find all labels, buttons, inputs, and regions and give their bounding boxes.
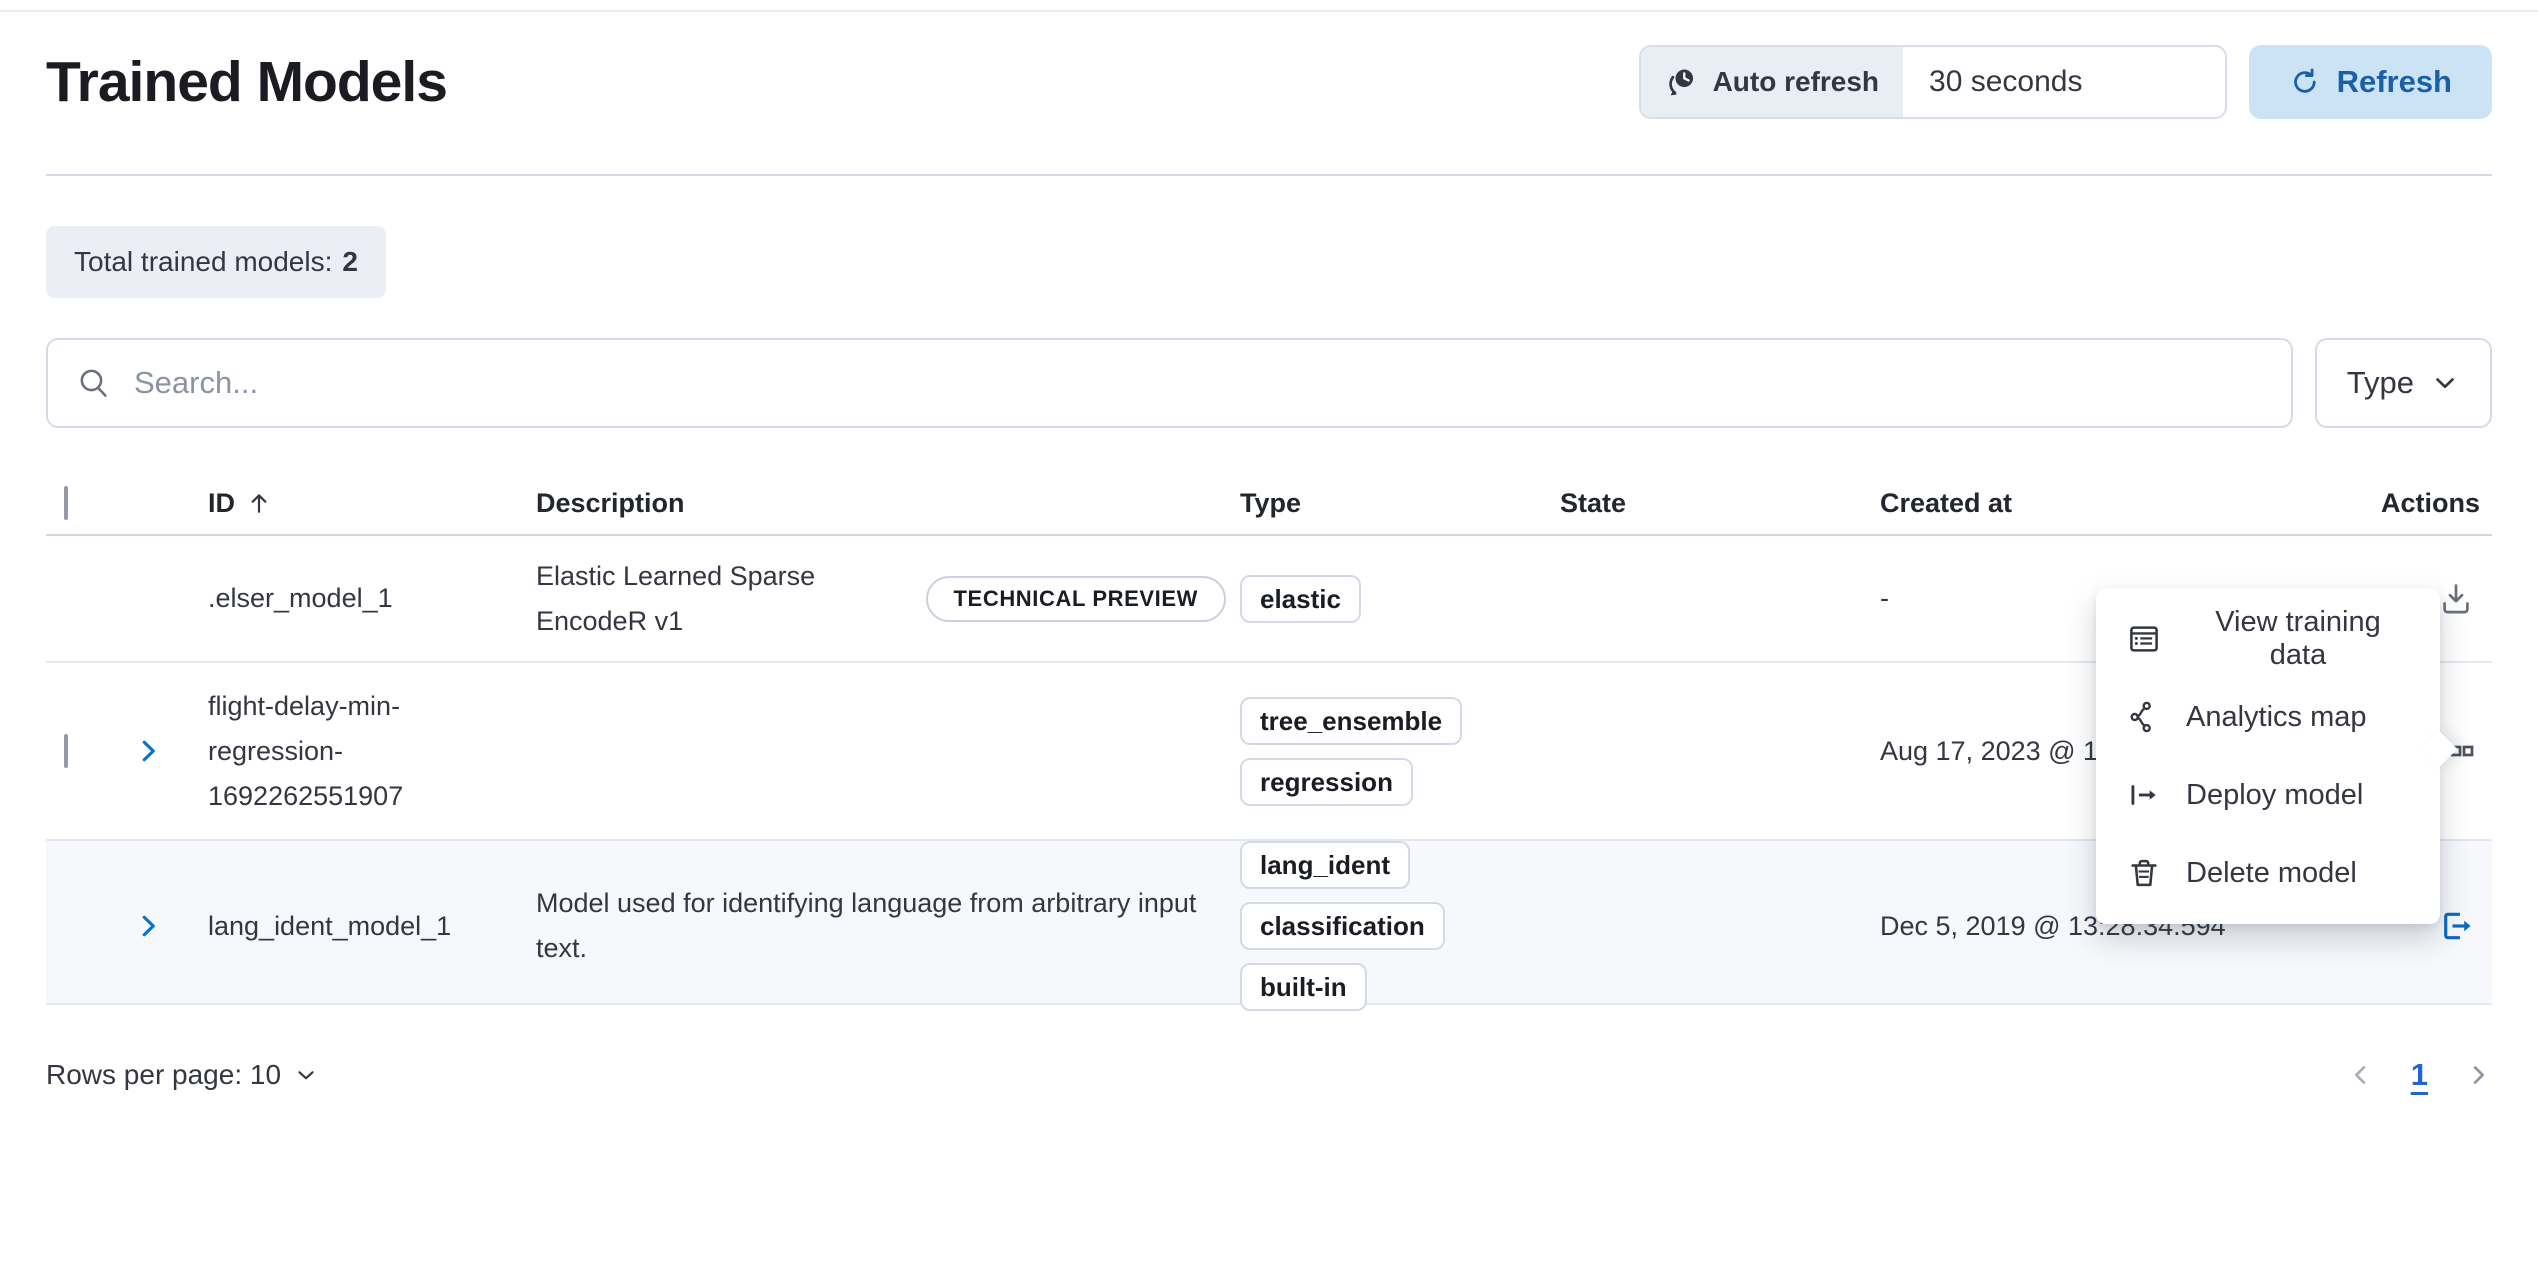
menu-item-label: Delete model [2186,857,2357,890]
deploy-icon [2126,777,2162,813]
type-badge: lang_ident [1240,841,1410,889]
chevron-right-icon [133,911,163,941]
view-training-data-icon [2126,621,2162,657]
auto-refresh-button[interactable]: Auto refresh [1641,47,1903,117]
row-checkbox[interactable] [64,734,68,768]
refresh-button[interactable]: Refresh [2249,45,2492,119]
chevron-down-icon [293,1062,319,1088]
top-divider [0,10,2538,12]
search-icon [76,365,112,401]
page-header: Trained Models Auto refresh [46,44,2492,120]
column-header-description[interactable]: Description [522,488,1226,519]
created-at: - [1880,583,1889,613]
time-refresh-icon [1665,65,1699,99]
total-models-count: 2 [342,246,358,278]
rows-per-page-button[interactable]: Rows per page: 10 [46,1059,319,1091]
sort-ascending-icon [245,489,273,517]
column-header-id-label: ID [208,488,235,519]
type-badge: elastic [1240,575,1361,623]
refresh-interval-input[interactable]: 30 seconds [1903,47,2225,117]
auto-refresh-label: Auto refresh [1713,66,1879,98]
table-header-row: ID Description Type State Created at Act… [46,472,2492,536]
pagination: 1 [2347,1057,2492,1093]
actions-context-menu: View training data Analytics map [2096,588,2440,924]
model-id: lang_ident_model_1 [208,911,451,941]
total-models-label: Total trained models: [74,246,332,278]
model-description: Model used for identifying language from… [536,888,1196,963]
model-id: flight-delay-min-regression-169226255190… [208,691,403,811]
download-icon [2437,580,2475,618]
deploy-exit-icon [2437,907,2475,945]
header-controls: Auto refresh 30 seconds Refresh [1639,45,2492,119]
type-filter-label: Type [2347,365,2414,401]
header-divider [46,174,2492,176]
search-bar-row: Type [46,338,2492,428]
chevron-right-icon [2464,1061,2492,1089]
type-badge: tree_ensemble [1240,697,1462,745]
menu-item-delete-model[interactable]: Delete model [2096,834,2440,912]
type-badge: classification [1240,902,1445,950]
auto-refresh-group: Auto refresh 30 seconds [1639,45,2227,119]
type-badge: built-in [1240,963,1367,1011]
delete-icon [2126,855,2162,891]
column-header-state[interactable]: State [1546,488,1866,519]
page-title: Trained Models [46,49,447,115]
model-id: .elser_model_1 [208,583,393,613]
expand-row-button[interactable] [126,729,170,773]
menu-item-label: View training data [2186,606,2410,672]
column-header-id[interactable]: ID [194,488,522,519]
table-footer: Rows per page: 10 1 [46,1057,2492,1093]
previous-page-button[interactable] [2347,1061,2375,1089]
rows-per-page-label: Rows per page: 10 [46,1059,281,1091]
menu-item-deploy-model[interactable]: Deploy model [2096,756,2440,834]
expand-row-button[interactable] [126,904,170,948]
type-badge: regression [1240,758,1413,806]
refresh-icon [2289,66,2321,98]
technical-preview-badge: TECHNICAL PREVIEW [926,576,1226,622]
total-models-badge: Total trained models: 2 [46,226,386,298]
column-header-actions: Actions [2296,488,2492,519]
search-input[interactable] [134,365,2263,401]
menu-item-view-training-data[interactable]: View training data [2096,600,2440,678]
analytics-map-icon [2126,699,2162,735]
search-box [46,338,2293,428]
menu-item-analytics-map[interactable]: Analytics map [2096,678,2440,756]
type-filter-button[interactable]: Type [2315,338,2492,428]
next-page-button[interactable] [2464,1061,2492,1089]
trained-models-page: Trained Models Auto refresh [0,0,2538,1264]
chevron-left-icon [2347,1061,2375,1089]
refresh-button-label: Refresh [2337,64,2452,100]
chevron-right-icon [133,736,163,766]
column-header-created-at[interactable]: Created at [1866,488,2296,519]
column-header-type[interactable]: Type [1226,488,1546,519]
menu-item-label: Deploy model [2186,779,2363,812]
select-all-checkbox[interactable] [64,486,68,520]
page-number-1[interactable]: 1 [2411,1057,2428,1093]
menu-item-label: Analytics map [2186,701,2367,734]
chevron-down-icon [2430,368,2460,398]
model-description: Elastic Learned Sparse EncodeR v1 [536,554,904,644]
